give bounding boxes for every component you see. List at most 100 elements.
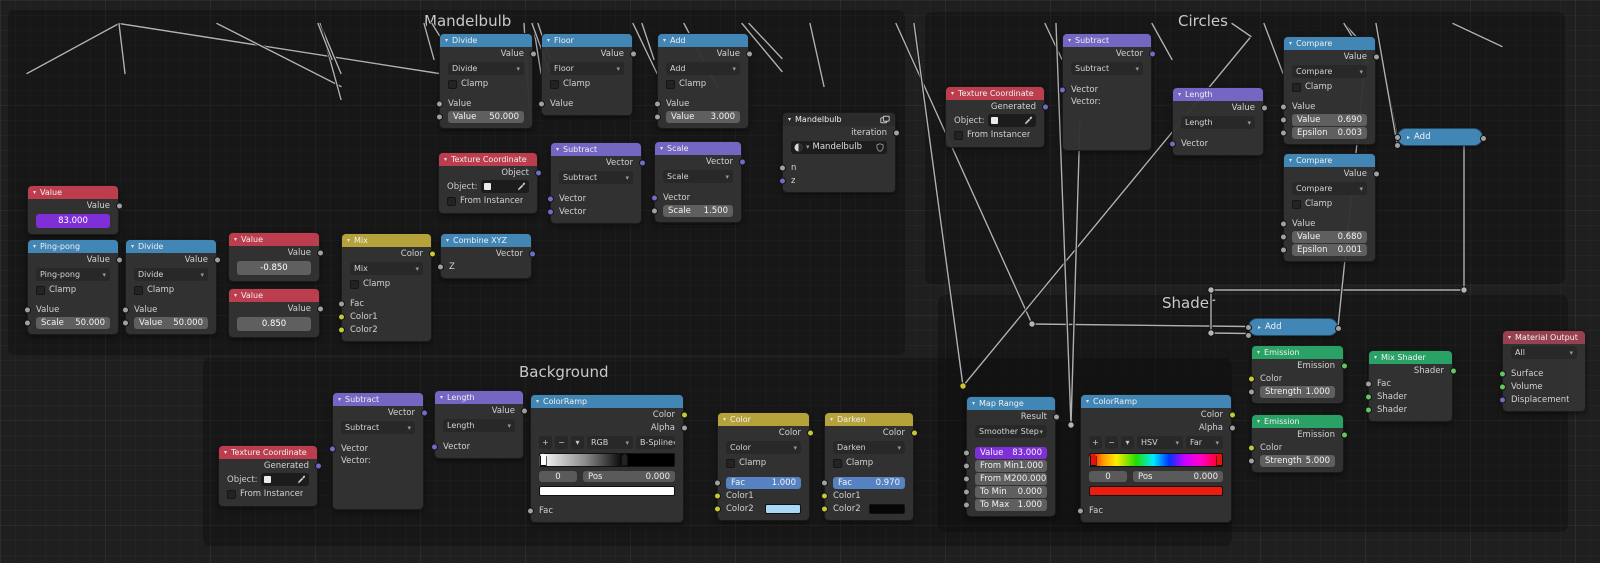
node-darken[interactable]: ▾ Darken Color Darken ▾ Clamp Fac 0.970 Color1 Co… [820,412,918,521]
color-swatch[interactable] [765,503,801,514]
node-header[interactable]: ▾ Darken [825,413,913,426]
checkbox-from-instancer[interactable] [447,196,456,206]
socket-out-emission[interactable] [1340,431,1348,438]
socket-out-shader[interactable] [1449,367,1457,374]
expand-icon[interactable]: ▸ [1258,324,1261,331]
ramp-handle-0[interactable] [539,453,547,466]
fake-user-shield-icon[interactable] [876,142,884,152]
socket-out-emission[interactable] [1340,362,1348,369]
node-header[interactable]: ▾ Add [658,34,748,47]
node-colormix[interactable]: ▾ Color Color Color ▾ Clamp Fac 1.000 Color1 Colo… [713,412,814,521]
socket-in-value[interactable] [1279,116,1287,123]
node-cmp1[interactable]: ▾ Compare Value Compare ▾ Clamp Value Value 0.69… [1279,36,1380,145]
socket-in-strength[interactable] [1247,457,1255,464]
socket-in-color2[interactable] [820,505,828,512]
ramp-position-field[interactable]: Pos 0.000 [1133,471,1223,482]
slider-value[interactable]: Value 3.000 [666,110,740,123]
socket-in-volume[interactable] [1498,383,1506,390]
socket-in-shader[interactable] [1364,406,1372,413]
slider-value[interactable]: Value 0.680 [1292,230,1367,243]
node-sub3[interactable]: ▾ Subtract Vector Subtract ▾ Vector Vector: [328,392,428,510]
node-header[interactable]: ▾ Mandelbulb [783,113,895,126]
socket-in-color2[interactable] [337,326,345,333]
eyedropper-icon[interactable] [517,182,526,191]
socket-out-value[interactable] [629,50,637,57]
collapse-icon[interactable]: ▾ [663,37,666,44]
slider-epsilon[interactable]: Epsilon 0.003 [1292,126,1367,139]
ramp-color-swatch[interactable] [539,486,675,496]
node-header[interactable]: ▾ Divide [126,240,216,253]
color-swatch[interactable] [869,503,905,514]
ramp-position-field[interactable]: Pos 0.000 [583,471,675,482]
ramp-color-swatch[interactable] [1089,486,1223,496]
socket-in-value[interactable] [962,449,970,456]
slider-value[interactable]: Value 83.000 [975,446,1047,459]
dropdown-length[interactable]: Length ▾ [443,419,515,432]
socket-in-color1[interactable] [713,492,721,499]
node-header[interactable]: ▾ Length [1173,88,1263,101]
socket-in-value[interactable] [1279,233,1287,240]
node-emis1[interactable]: ▾ Emission Emission Color Strength 1.000 [1247,345,1348,404]
node-add1[interactable]: ▾ Add Value Add ▾ Clamp Value Value 3.000 [653,33,753,129]
collapse-icon[interactable]: ▾ [830,416,833,423]
collapse-icon[interactable]: ▾ [951,90,954,97]
socket-out-result[interactable] [1052,413,1060,420]
node-header[interactable]: ▾ Texture Coordinate [946,87,1044,100]
dropdown-compare[interactable]: Compare ▾ [1292,182,1367,195]
slider-epsilon[interactable]: Epsilon 0.001 [1292,243,1367,256]
socket-out-color[interactable] [806,429,814,436]
socket-in-scale[interactable] [23,319,31,326]
socket-out-generated[interactable] [314,462,322,469]
socket-out-object[interactable] [534,169,542,176]
collapse-icon[interactable]: ▾ [1178,91,1181,98]
socket-out-generated[interactable] [1041,103,1049,110]
socket-out-value[interactable] [1260,104,1268,111]
socket-in-scale[interactable] [650,207,658,214]
socket-in-vector[interactable] [328,445,336,452]
collapse-icon[interactable]: ▾ [224,449,227,456]
socket-in-strength[interactable] [1247,388,1255,395]
collapse-icon[interactable]: ▾ [234,292,237,299]
collapse-icon[interactable]: ▾ [788,116,791,123]
socket-out-value[interactable] [316,305,324,312]
dropdown-smoother-step[interactable]: Smoother Step ▾ [975,425,1047,438]
socket-in-z[interactable] [778,177,786,184]
slider-value[interactable]: Value 0.690 [1292,113,1367,126]
node-sub2[interactable]: ▾ Subtract Vector Subtract ▾ Vector Vector: [1058,33,1156,151]
slider-value[interactable]: Value 50.000 [134,316,208,329]
socket-out-color[interactable] [910,429,918,436]
socket-in-color[interactable] [1247,444,1255,451]
socket-out-value[interactable] [115,256,123,263]
dropdown-add[interactable]: Add ▾ [666,62,740,75]
dropdown-compare[interactable]: Compare ▾ [1292,65,1367,78]
reroute-node-4[interactable] [1460,286,1468,294]
reroute-node-2[interactable] [1207,286,1215,294]
node-header[interactable]: ▾ Emission [1252,346,1343,359]
collapse-icon[interactable]: ▾ [131,243,134,250]
socket-out-alpha[interactable] [1228,424,1236,431]
socket-in-fac[interactable] [337,300,345,307]
socket-out-value[interactable] [745,50,753,57]
node-header[interactable]: ▾ Length [435,391,523,404]
node-cr2[interactable]: ▾ ColorRamp Color Alpha + − ▾ HSV ▾ Far ▾ 0 Pos 0.000… [1076,394,1236,523]
socket-out-value[interactable] [213,256,221,263]
collapse-icon[interactable]: ▾ [723,416,726,423]
collapse-icon[interactable]: ▾ [1508,334,1511,341]
collapse-icon[interactable]: ▾ [1068,37,1071,44]
node-header[interactable]: ▾ Mix Shader [1369,351,1452,364]
collapse-icon[interactable]: ▾ [1289,40,1292,47]
socket-out-vector[interactable] [738,158,746,165]
node-len2[interactable]: ▾ Length Value Length ▾ Vector [430,390,528,459]
object-field[interactable] [987,114,1036,127]
slider-scale[interactable]: Scale 1.500 [663,204,733,217]
node-header[interactable]: ▾ Color [718,413,809,426]
checkbox-clamp[interactable] [833,458,842,468]
node-divide2[interactable]: ▾ Divide Value Divide ▾ Clamp Value Value 50.000 [121,239,221,335]
node-header[interactable]: ▾ Value [28,186,118,199]
collapse-icon[interactable]: ▾ [445,37,448,44]
socket-in-vector[interactable] [1168,140,1176,147]
node-header[interactable]: ▾ Map Range [967,397,1055,410]
dropdown-darken[interactable]: Darken ▾ [833,441,905,454]
node-header[interactable]: ▾ Value [229,233,319,246]
socket-in-color1[interactable] [820,492,828,499]
